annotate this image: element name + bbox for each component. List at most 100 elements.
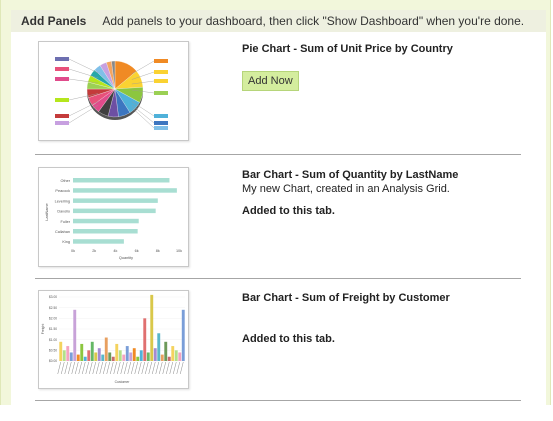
pie-legend-label: [154, 121, 168, 125]
y-tick-label: Other: [61, 179, 71, 183]
x-tick-label: [89, 361, 93, 375]
bar: [87, 350, 91, 361]
bar: [150, 294, 154, 361]
panel-title-prefix: Bar Chart -: [242, 169, 302, 181]
panel-title-main: Sum of Freight by Customer: [301, 292, 450, 304]
x-tick-label: 10k: [176, 249, 182, 253]
bar: [136, 356, 140, 361]
y-tick-label: Callahan: [55, 230, 70, 234]
bar-chart-freight: $0.00 $0.50 $1.00 $1.50 $2.00 $2.50 $3.00 Custo…: [41, 294, 185, 384]
bar: [66, 346, 70, 361]
x-tick-label: [173, 361, 177, 375]
pie-legend-label: [55, 67, 69, 71]
bar-chart-quantity-thumbnail[interactable]: Other Peacock Leverling Davolio Fuller Callah…: [38, 167, 189, 267]
panel-title: Pie Chart - Sum of Unit Price by Country: [242, 42, 532, 56]
bar: [97, 348, 101, 361]
bar: [132, 348, 136, 361]
pie-leader-line: [68, 58, 99, 74]
pie-legend-label: [154, 114, 168, 118]
pie-chart-thumbnail[interactable]: [38, 41, 189, 141]
y-tick-label: $2.00: [49, 317, 57, 321]
bar-chart-freight-thumbnail[interactable]: $0.00 $0.50 $1.00 $1.50 $2.00 $2.50 $3.00 Custo…: [38, 290, 189, 389]
divider: [35, 154, 521, 155]
bar: [76, 354, 80, 361]
x-tick-label: [155, 361, 159, 375]
x-tick-label: 6k: [135, 249, 139, 253]
bar: [115, 343, 119, 361]
x-tick-label: [57, 361, 61, 375]
panel-title: Bar Chart - Sum of Quantity by LastName: [242, 168, 532, 182]
x-tick-label: [64, 361, 68, 375]
bar: [90, 341, 94, 361]
x-tick-label: 4k: [113, 249, 117, 253]
bar: [171, 346, 175, 361]
x-tick-label: 2k: [92, 249, 96, 253]
pie-legend-label: [154, 126, 168, 130]
x-tick-label: [134, 361, 138, 375]
y-tick-label: $1.00: [49, 338, 57, 342]
pie-leader-line: [131, 60, 155, 75]
panel-title-main: Sum of Unit Price by Country: [300, 43, 453, 55]
bar: [143, 318, 147, 361]
x-axis-label: Customer: [115, 380, 131, 384]
bar: [73, 208, 156, 214]
panel-item-bar-quantity: Other Peacock Leverling Davolio Fuller Callah…: [35, 167, 519, 269]
x-tick-label: [71, 361, 75, 375]
bar: [153, 348, 157, 361]
pie-legend-label: [55, 121, 69, 125]
x-tick-label: [166, 361, 170, 375]
bar: [181, 309, 185, 361]
bar: [129, 352, 133, 361]
y-tick-label: King: [62, 240, 70, 244]
y-tick-label: $3.00: [49, 295, 57, 299]
bar: [104, 337, 108, 361]
x-tick-label: [85, 361, 89, 375]
bar: [73, 229, 138, 234]
pie-legend-label: [154, 91, 168, 95]
x-tick-label: [68, 361, 72, 375]
x-tick-label: [110, 361, 114, 375]
x-tick-label: [176, 361, 180, 375]
panel-title-main: Sum of Quantity by LastName: [301, 169, 459, 181]
bar: [73, 239, 124, 244]
bar: [167, 356, 171, 361]
added-status: Added to this tab.: [242, 205, 335, 217]
divider: [35, 278, 521, 279]
panel-item-pie: Pie Chart - Sum of Unit Price by Country…: [35, 41, 519, 143]
panel-title-prefix: Pie Chart -: [242, 43, 301, 55]
x-tick-label: [145, 361, 149, 375]
x-tick-label: [124, 361, 128, 375]
bar: [94, 352, 98, 361]
bar: [174, 350, 178, 361]
bar: [73, 309, 77, 361]
x-tick-label: [148, 361, 152, 375]
y-tick-label: Davolio: [57, 210, 70, 214]
x-tick-label: [82, 361, 86, 375]
add-panels-container: Add Panels Add panels to your dashboard,…: [0, 0, 551, 405]
y-tick-label: Peacock: [55, 189, 70, 193]
x-tick-label: [103, 361, 107, 375]
bar: [125, 346, 129, 361]
divider: [35, 400, 521, 401]
panel-list: Pie Chart - Sum of Unit Price by Country…: [11, 32, 546, 405]
y-tick-label: $0.00: [49, 359, 57, 363]
x-tick-label: [127, 361, 131, 375]
x-tick-label: [61, 361, 65, 375]
panel-item-bar-freight: $0.00 $0.50 $1.00 $1.50 $2.00 $2.50 $3.00 Custo…: [35, 290, 519, 390]
pie-chart: [55, 57, 168, 130]
pie-legend-label: [154, 70, 168, 74]
add-now-button[interactable]: Add Now: [242, 71, 299, 91]
bar-chart-quantity: Other Peacock Leverling Davolio Fuller Callah…: [45, 178, 182, 260]
y-tick-label: Leverling: [55, 199, 70, 203]
panel-subtitle: My new Chart, created in an Analysis Gri…: [242, 183, 450, 195]
x-tick-label: [78, 361, 82, 375]
bar: [73, 198, 158, 203]
x-tick-label: [162, 361, 166, 375]
pie-legend-label: [55, 114, 69, 118]
x-tick-label: [169, 361, 173, 375]
x-tick-label: [106, 361, 110, 375]
bar: [111, 356, 115, 361]
x-tick-label: [180, 361, 184, 375]
add-panels-header: Add Panels Add panels to your dashboard,…: [11, 10, 546, 32]
pie-legend-label: [55, 77, 69, 81]
